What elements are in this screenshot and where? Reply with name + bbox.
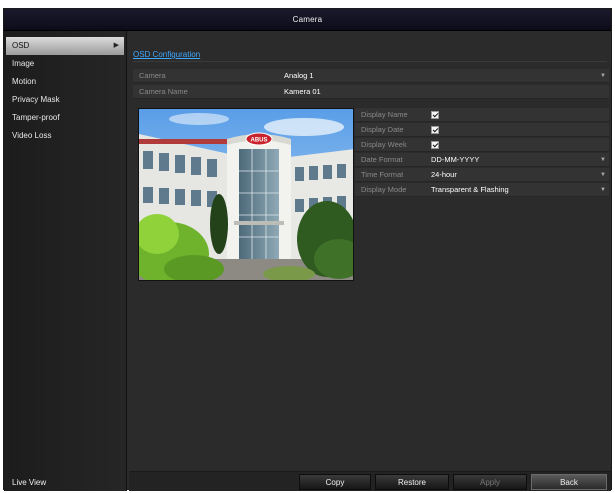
- chevron-down-icon: ▼: [600, 187, 606, 193]
- sidebar-item-label: Tamper-proof: [12, 113, 60, 122]
- tab-osd-configuration[interactable]: OSD Configuration: [133, 50, 200, 59]
- main-panel: OSD Configuration Camera Analog 1 ▼ Came…: [129, 31, 611, 491]
- date-format-select[interactable]: Date Format DD-MM-YYYY ▼: [355, 153, 609, 167]
- sidebar: OSD ▶ Image Motion Privacy Mask Tamper-p…: [4, 31, 127, 491]
- sidebar-item-motion[interactable]: Motion: [4, 73, 126, 91]
- camera-name-label: Camera Name: [139, 87, 188, 96]
- time-format-value: 24-hour: [431, 170, 457, 179]
- sidebar-item-tamper-proof[interactable]: Tamper-proof: [4, 109, 126, 127]
- time-format-select[interactable]: Time Format 24-hour ▼: [355, 168, 609, 182]
- time-format-label: Time Format: [361, 170, 404, 179]
- footer-bar: Copy Restore Apply Back: [129, 471, 611, 491]
- window-title: Camera: [4, 9, 611, 31]
- building-preview-image: ABUS: [139, 109, 353, 280]
- tab-divider: [133, 61, 607, 62]
- display-name-row: Display Name: [355, 108, 609, 122]
- display-date-label: Display Date: [361, 125, 404, 134]
- sidebar-item-label: Privacy Mask: [12, 95, 60, 104]
- display-name-checkbox[interactable]: [431, 111, 439, 119]
- building-sign: ABUS: [250, 138, 267, 144]
- live-view-link[interactable]: Live View: [12, 478, 46, 487]
- sidebar-item-label: Video Loss: [12, 131, 52, 140]
- camera-label: Camera: [139, 71, 166, 80]
- date-format-value: DD-MM-YYYY: [431, 155, 480, 164]
- sidebar-item-video-loss[interactable]: Video Loss: [4, 127, 126, 145]
- display-date-checkbox[interactable]: [431, 126, 439, 134]
- sidebar-item-label: Image: [12, 59, 35, 68]
- sidebar-item-osd[interactable]: OSD ▶: [6, 37, 124, 55]
- chevron-down-icon: ▼: [600, 157, 606, 163]
- display-name-label: Display Name: [361, 110, 408, 119]
- chevron-down-icon: ▼: [600, 73, 606, 79]
- display-date-row: Display Date: [355, 123, 609, 137]
- camera-name-field[interactable]: Camera Name Kamera 01: [133, 85, 609, 99]
- camera-select[interactable]: Camera Analog 1 ▼: [133, 69, 609, 83]
- date-format-label: Date Format: [361, 155, 403, 164]
- sidebar-item-image[interactable]: Image: [4, 55, 126, 73]
- apply-button[interactable]: Apply: [453, 474, 527, 490]
- sidebar-item-label: OSD: [12, 41, 30, 50]
- chevron-down-icon: ▼: [600, 172, 606, 178]
- display-mode-value: Transparent & Flashing: [431, 185, 509, 194]
- camera-name-value: Kamera 01: [284, 87, 321, 96]
- sidebar-item-label: Motion: [12, 77, 37, 86]
- display-week-checkbox[interactable]: [431, 141, 439, 149]
- camera-value: Analog 1: [284, 71, 314, 80]
- copy-button[interactable]: Copy: [299, 474, 371, 490]
- display-week-label: Display Week: [361, 140, 407, 149]
- display-mode-label: Display Mode: [361, 185, 407, 194]
- display-week-row: Display Week: [355, 138, 609, 152]
- display-mode-select[interactable]: Display Mode Transparent & Flashing ▼: [355, 183, 609, 197]
- camera-preview[interactable]: ABUS: [138, 108, 354, 281]
- chevron-right-icon: ▶: [113, 42, 119, 49]
- camera-window: Camera OSD ▶ Image Motion Privacy Mask T…: [3, 8, 612, 491]
- back-button[interactable]: Back: [531, 474, 607, 490]
- sidebar-item-privacy-mask[interactable]: Privacy Mask: [4, 91, 126, 109]
- restore-button[interactable]: Restore: [375, 474, 449, 490]
